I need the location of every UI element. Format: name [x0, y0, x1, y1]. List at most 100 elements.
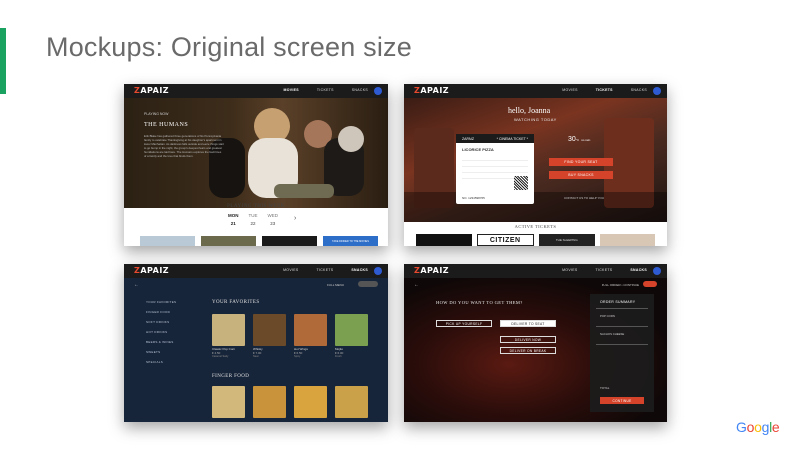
day-tue[interactable]: TUE 22 [249, 213, 258, 226]
nav-snacks[interactable]: SNACKS [351, 268, 368, 272]
day-selector: MON 21 TUE 22 WED 23 [228, 213, 278, 226]
favorites-row: Classic Pop Corn € 4.50 Caramel Salty Wh… [212, 314, 368, 358]
mockup-ticket-screen: ZAPAIZ MOVIES TICKETS SNACKS hello, Joan… [404, 84, 667, 246]
movie-thumbnails: TAKE DINNER TO THE MOVIES [140, 236, 378, 246]
top-nav: ZAPAIZ MOVIES TICKETS SNACKS [404, 264, 667, 278]
app-logo[interactable]: ZAPAIZ [414, 266, 449, 275]
google-logo: Google [736, 419, 780, 435]
hero-description: Erik Blake has gathered three generation… [144, 134, 224, 158]
category-finger-food[interactable]: FINGER FOOD [146, 310, 176, 314]
hero-title: THE HUMANS [144, 122, 189, 128]
deliver-to-seat-button[interactable]: DELIVER TO SEAT [500, 320, 556, 327]
app-logo[interactable]: ZAPAIZ [134, 266, 169, 275]
finger-food-row [212, 386, 368, 418]
food-card[interactable] [212, 386, 245, 418]
nav-movies[interactable]: MOVIES [283, 88, 298, 92]
poster-row: CITIZEN THE SLEEPING [416, 234, 655, 246]
slide-accent-bar [0, 28, 6, 94]
mockup-delivery-screen: ZAPAIZ MOVIES TICKETS SNACKS ← FULL ORDE… [404, 264, 667, 422]
order-item: POP CORN [600, 314, 615, 318]
movie-thumb[interactable] [140, 236, 195, 246]
top-nav: ZAPAIZ MOVIES TICKETS SNACKS [124, 84, 388, 98]
ticket-movie: LICORICE PIZZA [462, 147, 494, 152]
nav-tickets[interactable]: TICKETS [596, 88, 613, 92]
nav-snacks[interactable]: SNACKS [631, 88, 647, 92]
deliver-on-break-button[interactable]: DELIVER ON BREAK [500, 347, 556, 354]
deliver-now-button[interactable]: DELIVER NOW [500, 336, 556, 343]
ticket-brand: ZAPAIZ [462, 136, 474, 141]
movie-thumb[interactable] [262, 236, 317, 246]
top-nav: ZAPAIZ MOVIES TICKETS SNACKS [124, 264, 388, 278]
movie-poster[interactable] [416, 234, 472, 246]
movie-poster-citizen[interactable]: CITIZEN [476, 234, 534, 246]
food-card[interactable]: Mojito € 6.00 Fresh [335, 314, 368, 358]
nav-snacks[interactable]: SNACKS [352, 88, 368, 92]
food-card[interactable]: Classic Pop Corn € 4.50 Caramel Salty [212, 314, 245, 358]
nav-movies[interactable]: MOVIES [562, 268, 577, 272]
hero-caption: PLAYING NOW [144, 112, 169, 116]
chevron-right-icon[interactable]: › [294, 215, 296, 222]
category-specials[interactable]: SPECIALS [146, 360, 176, 364]
watching-today: WATCHING TODAY [514, 117, 557, 122]
category-beers-wines[interactable]: BEERS & WINES [146, 340, 176, 344]
category-sweets[interactable]: SWEETS [146, 350, 176, 354]
continue-button[interactable]: CONTINUE [600, 397, 644, 404]
app-logo[interactable]: ZAPAIZ [134, 86, 169, 95]
find-seat-button[interactable]: FIND YOUR SEAT [549, 158, 613, 166]
day-mon[interactable]: MON 21 [228, 213, 239, 226]
nav-tickets[interactable]: TICKETS [596, 268, 613, 272]
order-item: NACHOS CHEESE [600, 332, 625, 336]
menu-toggle[interactable] [358, 281, 378, 287]
movie-poster[interactable] [599, 234, 655, 246]
order-summary-panel: ORDER SUMMARY POP CORN NACHOS CHEESE TOT… [590, 294, 654, 412]
movie-thumb[interactable] [201, 236, 256, 246]
weather-temperature: 30°C no rain [568, 136, 591, 143]
day-wed[interactable]: WED 23 [268, 213, 279, 226]
dinner-banner[interactable]: TAKE DINNER TO THE MOVIES [323, 236, 378, 246]
order-toggle[interactable] [643, 281, 657, 287]
pickup-button[interactable]: PICK UP YOURSELF [436, 320, 492, 327]
nav-tickets[interactable]: TICKETS [317, 88, 334, 92]
app-logo[interactable]: ZAPAIZ [414, 86, 449, 95]
nav-tickets[interactable]: TICKETS [317, 268, 334, 272]
category-soft-drinks[interactable]: SOFT DRINKS [146, 320, 176, 324]
order-breadcrumb: FULL ORDER • CONTINUE [601, 283, 639, 287]
order-summary-title: ORDER SUMMARY [600, 300, 636, 304]
movie-poster-sleeping[interactable]: THE SLEEPING [539, 234, 595, 246]
favorites-title: YOUR FAVORITES [212, 300, 260, 305]
back-arrow-icon[interactable]: ← [134, 282, 139, 288]
nav-snacks[interactable]: SNACKS [630, 268, 647, 272]
full-menu-filter[interactable]: FULL MENU [327, 283, 344, 287]
cinema-ticket[interactable]: ZAPAIZ * CINEMA TICKET * LICORICE PIZZA … [456, 134, 534, 204]
food-card[interactable] [253, 386, 286, 418]
playing-this-week-title: PLAYING THIS WEEK [227, 204, 285, 209]
nav-movies[interactable]: MOVIES [283, 268, 298, 272]
active-tickets-title: ACTIVE TICKETS [514, 224, 557, 229]
food-card[interactable]: Whisky € 7.00 Neat [253, 314, 286, 358]
user-avatar[interactable] [374, 267, 382, 275]
user-avatar[interactable] [653, 87, 661, 95]
nav-movies[interactable]: MOVIES [562, 88, 577, 92]
qr-code-icon [514, 176, 528, 190]
food-card[interactable] [294, 386, 327, 418]
category-menu: YOUR FAVORITES FINGER FOOD SOFT DRINKS H… [146, 300, 176, 364]
user-avatar[interactable] [653, 267, 661, 275]
back-arrow-icon[interactable]: ← [414, 282, 419, 288]
category-hot-drinks[interactable]: HOT DRINKS [146, 330, 176, 334]
buy-snacks-button[interactable]: BUY SNACKS [549, 171, 613, 179]
food-card[interactable]: Hot Wings € 6.50 Spicy [294, 314, 327, 358]
delivery-question: HOW DO YOU WANT TO GET THEM? [436, 300, 523, 305]
category-favorites[interactable]: YOUR FAVORITES [146, 300, 176, 304]
top-nav: ZAPAIZ MOVIES TICKETS SNACKS [404, 84, 667, 98]
order-total: TOTAL [600, 386, 610, 390]
mockup-home-screen: ZAPAIZ MOVIES TICKETS SNACKS PLAYING NOW… [124, 84, 388, 246]
slide-title: Mockups: Original screen size [46, 32, 412, 62]
user-avatar[interactable] [374, 87, 382, 95]
greeting: hello, Joanna [508, 106, 551, 115]
finger-food-title: FINGER FOOD [212, 374, 250, 379]
ticket-label: * CINEMA TICKET * [496, 136, 528, 141]
mockup-snacks-menu: ZAPAIZ MOVIES TICKETS SNACKS ← FULL MENU… [124, 264, 388, 422]
ticket-number: NO. 1234598765 [462, 196, 485, 200]
help-link[interactable]: CONTACT US TO HELP YOU [564, 196, 604, 200]
food-card[interactable] [335, 386, 368, 418]
